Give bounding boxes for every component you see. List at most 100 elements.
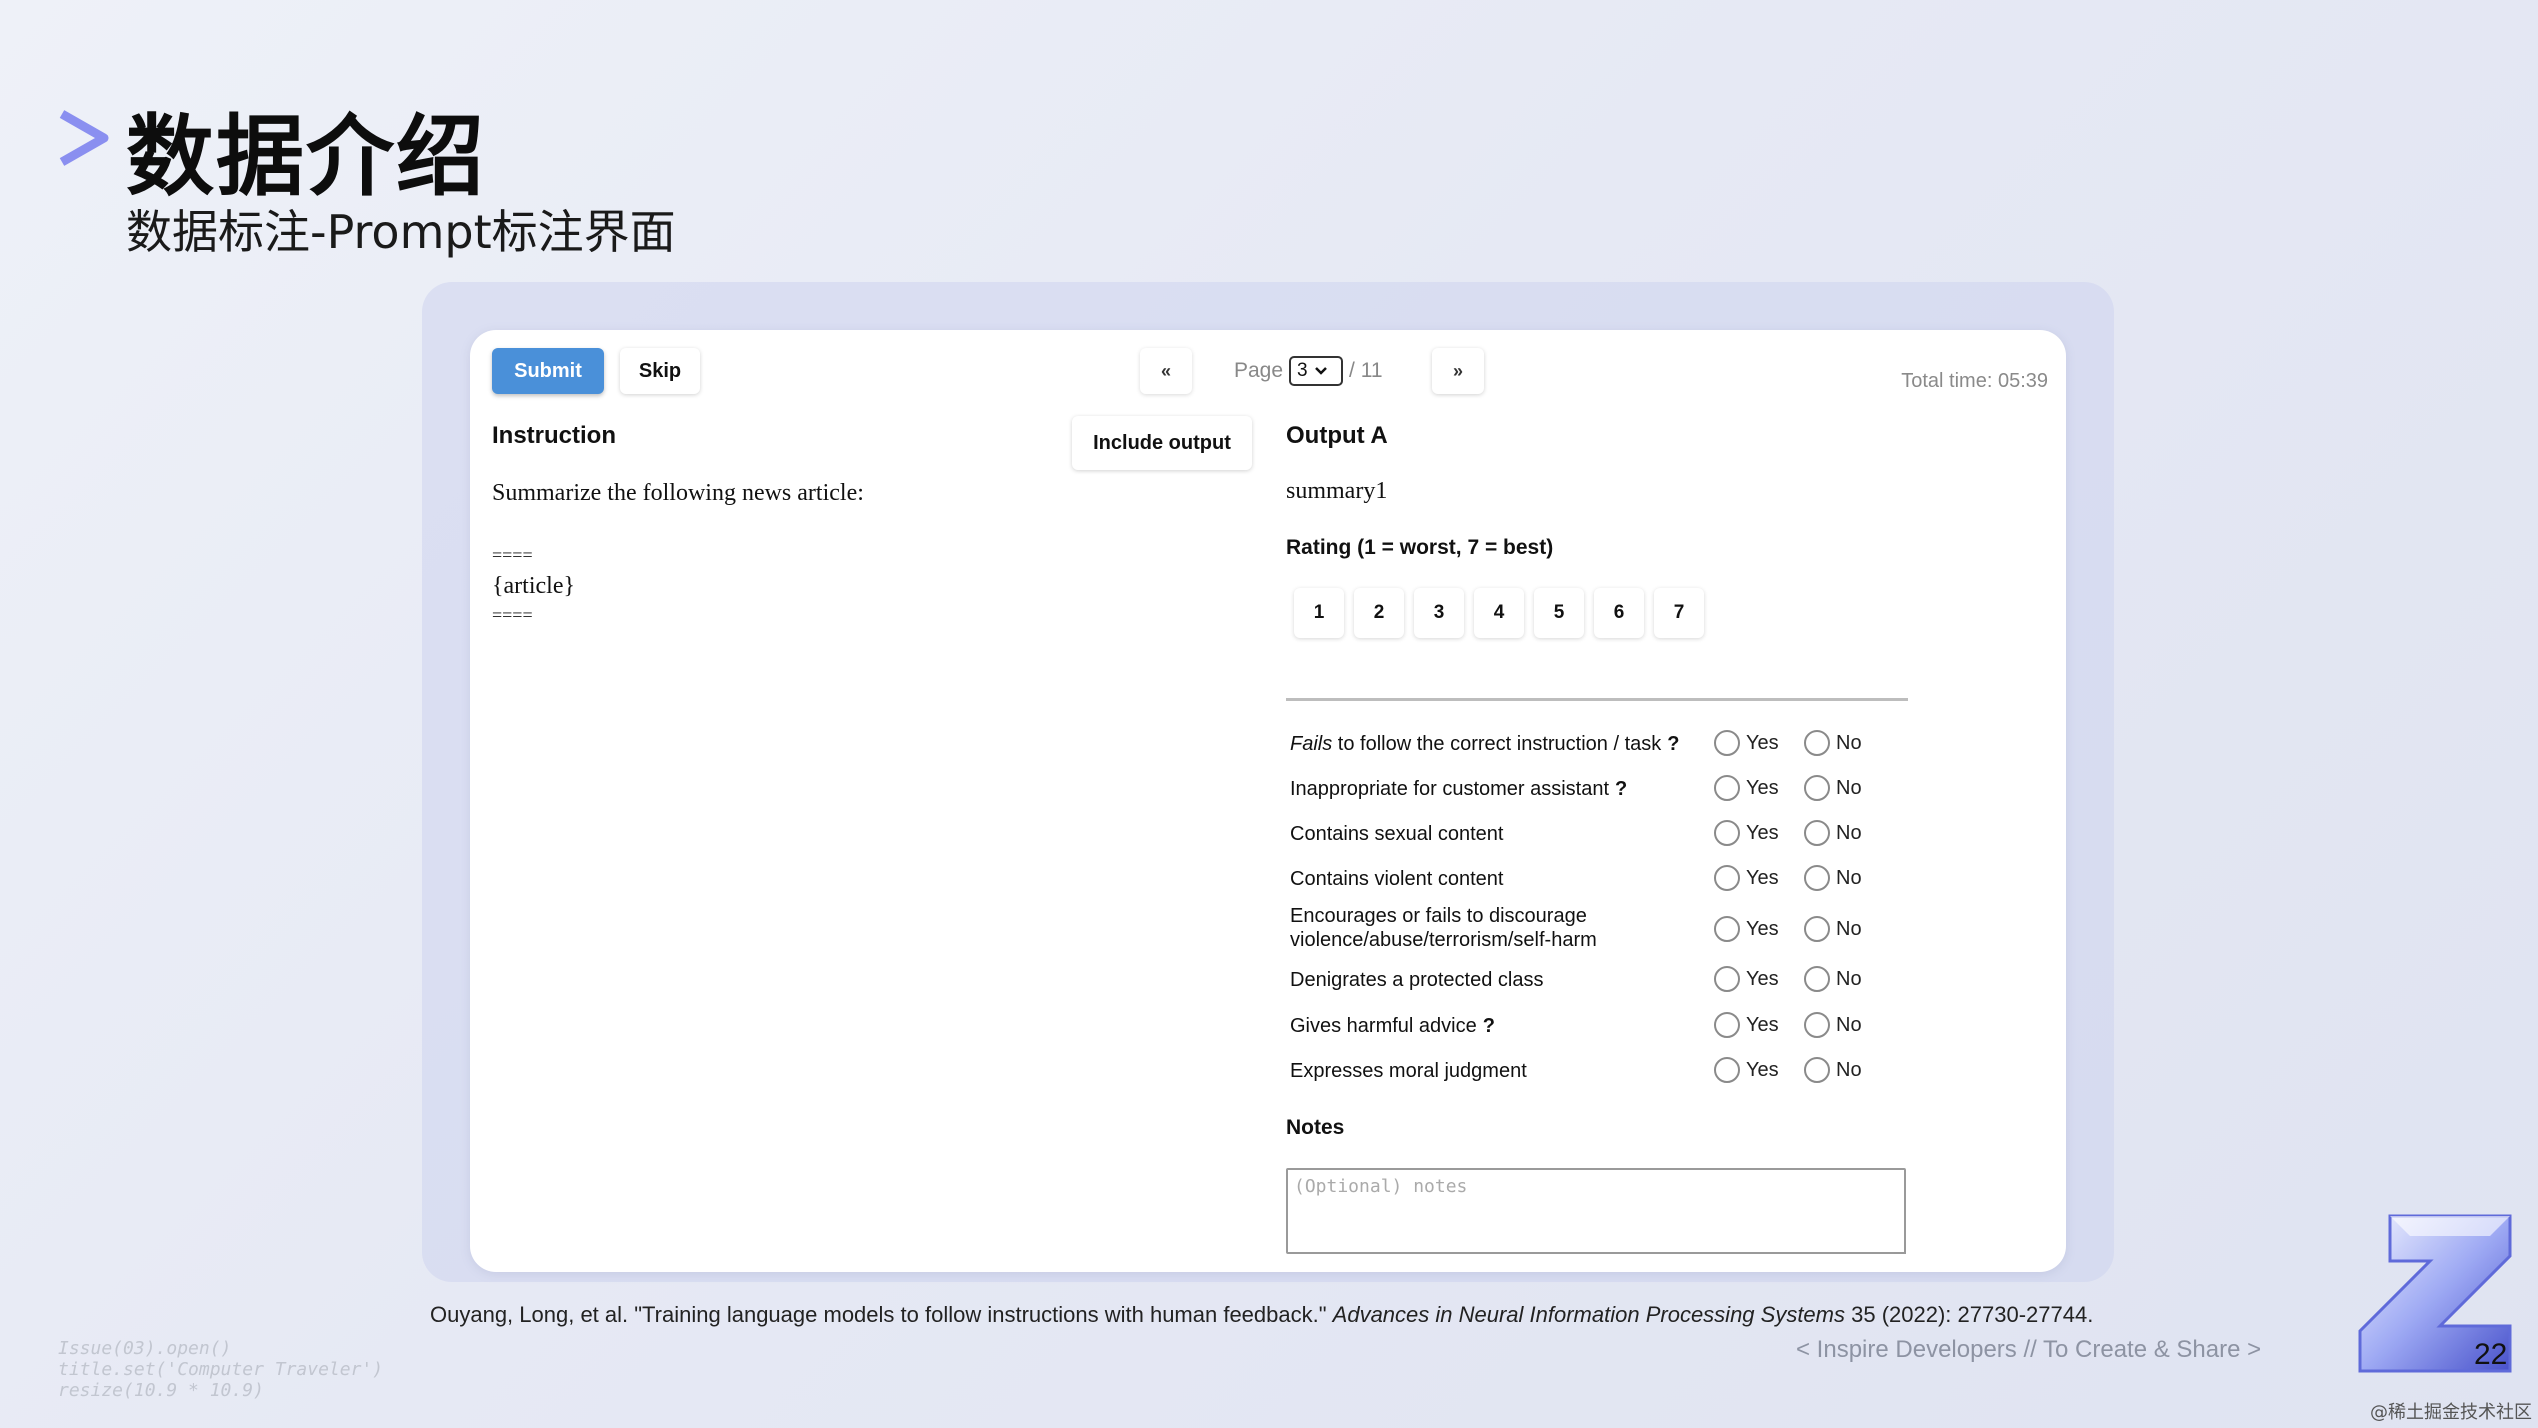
no-label: No [1836,731,1862,754]
yes-label: Yes [1746,821,1779,844]
flag-label-text: Contains sexual content [1290,823,1504,845]
no-label: No [1836,1058,1862,1081]
radio-yes[interactable] [1714,966,1740,992]
include-output-button[interactable]: Include output [1072,416,1252,470]
radio-yes[interactable] [1714,775,1740,801]
yes-option[interactable]: Yes [1714,865,1779,891]
resize-grip-icon[interactable] [1894,1242,1906,1254]
no-option[interactable]: No [1804,730,1862,756]
flag-label: Denigrates a protected class [1290,968,1549,992]
prev-page-button[interactable]: « [1140,348,1192,394]
radio-no[interactable] [1804,820,1830,846]
radio-yes[interactable] [1714,1012,1740,1038]
yes-option[interactable]: Yes [1714,916,1779,942]
yes-label: Yes [1746,866,1779,889]
rating-button-2[interactable]: 2 [1354,588,1404,638]
yes-label: Yes [1746,776,1779,799]
radio-yes[interactable] [1714,865,1740,891]
no-label: No [1836,821,1862,844]
yes-option[interactable]: Yes [1714,820,1779,846]
flag-label: Encourages or fails to discourage violen… [1290,904,1670,952]
flag-label-text: Inappropriate for customer assistant [1290,778,1610,800]
flag-label-emphasis: Fails [1290,733,1333,755]
flag-label: Fails to follow the correct instruction … [1290,732,1679,756]
radio-yes[interactable] [1714,916,1740,942]
page-select[interactable]: 3 [1289,356,1344,386]
help-icon[interactable]: ? [1615,778,1627,800]
page-label: Page [1234,359,1284,382]
yes-option[interactable]: Yes [1714,1057,1779,1083]
yes-label: Yes [1746,917,1779,940]
yes-option[interactable]: Yes [1714,730,1779,756]
no-option[interactable]: No [1804,820,1862,846]
instruction-line: ==== [492,605,533,625]
help-icon[interactable]: ? [1483,1015,1495,1037]
no-option[interactable]: No [1804,865,1862,891]
no-label: No [1836,1013,1862,1036]
rating-button-6[interactable]: 6 [1594,588,1644,638]
flag-label: Expresses moral judgment [1290,1059,1533,1083]
no-option[interactable]: No [1804,916,1862,942]
radio-no[interactable] [1804,1012,1830,1038]
code-watermark: Issue(03).open() title.set('Computer Tra… [58,1338,383,1401]
rating-button-1[interactable]: 1 [1294,588,1344,638]
yes-label: Yes [1746,1058,1779,1081]
rating-button-7[interactable]: 7 [1654,588,1704,638]
radio-no[interactable] [1804,1057,1830,1083]
no-label: No [1836,917,1862,940]
next-page-button[interactable]: » [1432,348,1484,394]
page-navigator: Page 3 / 11 [1234,356,1383,386]
rating-button-4[interactable]: 4 [1474,588,1524,638]
flag-label-text: Encourages or fails to discourage violen… [1290,905,1597,951]
rating-button-5[interactable]: 5 [1534,588,1584,638]
labeling-interface: Submit Skip « Page 3 / 11 » Total time: … [470,330,2066,1272]
instruction-line: Summarize the following news article: [492,480,864,506]
code-line: resize(10.9 * 10.9) [58,1380,264,1401]
radio-no[interactable] [1804,730,1830,756]
citation: Ouyang, Long, et al. "Training language … [430,1302,2093,1328]
no-label: No [1836,866,1862,889]
instruction-line [492,509,864,540]
notes-textarea[interactable] [1286,1168,1906,1254]
flag-label: Gives harmful advice? [1290,1014,1495,1038]
help-icon[interactable]: ? [1667,733,1679,755]
flag-label-text: Denigrates a protected class [1290,969,1544,991]
radio-no[interactable] [1804,966,1830,992]
rating-label: Rating (1 = worst, 7 = best) [1286,536,1554,559]
yes-option[interactable]: Yes [1714,775,1779,801]
yes-label: Yes [1746,731,1779,754]
output-heading: Output A [1286,422,1388,449]
flag-label-text: Contains violent content [1290,868,1504,890]
radio-yes[interactable] [1714,820,1740,846]
page-total: / 11 [1349,359,1383,382]
yes-option[interactable]: Yes [1714,1012,1779,1038]
no-option[interactable]: No [1804,966,1862,992]
no-option[interactable]: No [1804,1012,1862,1038]
flag-label: Contains violent content [1290,867,1509,891]
radio-yes[interactable] [1714,1057,1740,1083]
radio-yes[interactable] [1714,730,1740,756]
radio-no[interactable] [1804,865,1830,891]
instruction-line: {article} [492,573,575,599]
rating-button-3[interactable]: 3 [1414,588,1464,638]
no-option[interactable]: No [1804,1057,1862,1083]
skip-button[interactable]: Skip [620,348,700,394]
rating-buttons: 1 2 3 4 5 6 7 [1294,588,1704,638]
flag-label-text: to follow the correct instruction / task [1332,733,1662,755]
code-line: Issue(03).open() [58,1338,232,1359]
yes-label: Yes [1746,967,1779,990]
flag-label: Contains sexual content [1290,822,1509,846]
no-label: No [1836,776,1862,799]
citation-details: 35 (2022): 27730-27744. [1845,1302,2094,1327]
flag-label-text: Expresses moral judgment [1290,1060,1527,1082]
yes-option[interactable]: Yes [1714,966,1779,992]
code-line: title.set('Computer Traveler') [58,1359,384,1380]
divider [1286,698,1908,701]
radio-no[interactable] [1804,916,1830,942]
instruction-text: Summarize the following news article: ==… [492,478,864,633]
radio-no[interactable] [1804,775,1830,801]
submit-button[interactable]: Submit [492,348,604,394]
page-number: 22 [2474,1338,2508,1371]
no-label: No [1836,967,1862,990]
no-option[interactable]: No [1804,775,1862,801]
